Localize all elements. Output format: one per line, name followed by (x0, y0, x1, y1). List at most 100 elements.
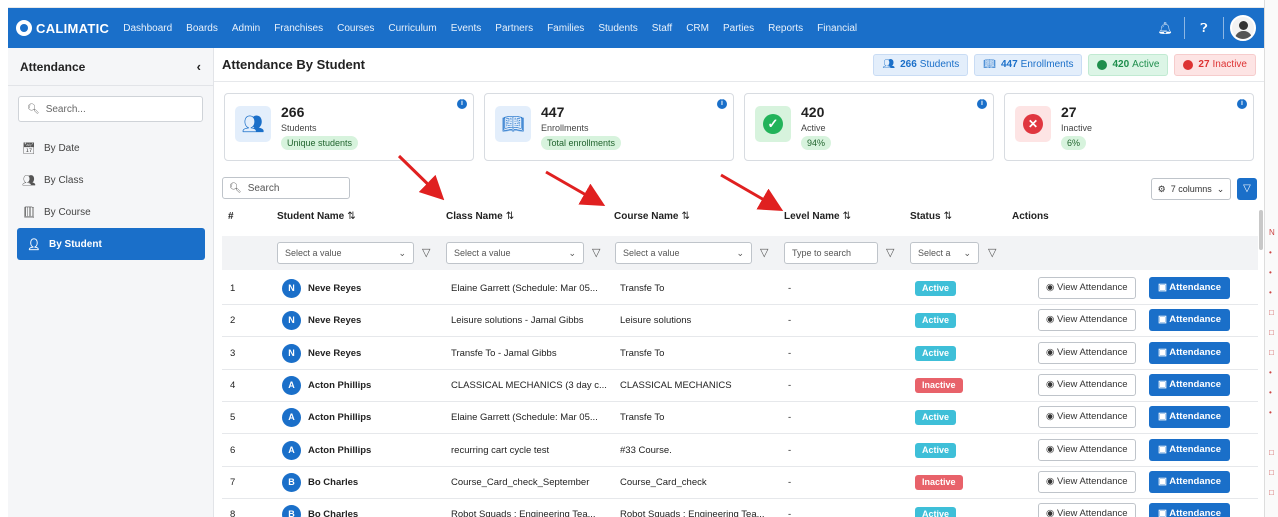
student-filter-select[interactable]: Select a value ⌄ (277, 242, 414, 264)
bell-icon[interactable]: 🔔︎ (1152, 21, 1178, 35)
nav-parties[interactable]: Parties (723, 23, 754, 34)
level-name: - (788, 445, 792, 456)
brand-name: CALIMATIC (36, 20, 110, 36)
button-label: Attendance (1169, 347, 1221, 358)
view-attendance-button[interactable]: ◉ View Attendance (1038, 342, 1136, 364)
view-attendance-button[interactable]: ◉ View Attendance (1038, 503, 1136, 517)
sidebar-item-by-date[interactable]: 📅︎ By Date (8, 132, 213, 164)
info-icon[interactable]: i (1237, 99, 1247, 109)
help-icon[interactable]: ❓︎ (1191, 21, 1217, 36)
table-scrollbar[interactable] (1259, 210, 1263, 250)
level-name: - (788, 412, 792, 423)
sort-icon[interactable]: ⇅ (944, 211, 952, 222)
student-name: Neve Reyes (308, 348, 362, 359)
filter-icon[interactable]: ▽ (1237, 178, 1257, 200)
view-attendance-button[interactable]: ◉ View Attendance (1038, 277, 1136, 299)
level-filter-input[interactable]: Type to search (784, 242, 878, 264)
nav-boards[interactable]: Boards (186, 23, 218, 34)
nav-franchises[interactable]: Franchises (274, 23, 323, 34)
info-icon[interactable]: i (457, 99, 467, 109)
filter-icon[interactable]: ▽ (760, 246, 768, 259)
chevron-down-icon: ⌄ (398, 247, 406, 258)
nav-reports[interactable]: Reports (768, 23, 803, 34)
attendance-button[interactable]: ▣ Attendance (1149, 277, 1230, 299)
attendance-button[interactable]: ▣ Attendance (1149, 503, 1230, 517)
x-circle-icon: ✕ (1015, 106, 1051, 142)
nav-dashboard[interactable]: Dashboard (123, 23, 172, 34)
card-pill: Total enrollments (541, 136, 622, 150)
card-label: Active (801, 123, 826, 133)
view-attendance-button[interactable]: ◉ View Attendance (1038, 439, 1136, 461)
class-name: Elaine Garrett (Schedule: Mar 05... (451, 283, 598, 294)
row-index: 1 (230, 283, 236, 294)
col-course-name[interactable]: Course Name ⇅ (614, 211, 690, 222)
sort-icon[interactable]: ⇅ (843, 211, 851, 222)
row-index: 8 (230, 509, 236, 517)
attendance-button[interactable]: ▣ Attendance (1149, 342, 1230, 364)
attendance-button[interactable]: ▣ Attendance (1149, 309, 1230, 331)
level-name: - (788, 380, 792, 391)
attendance-button[interactable]: ▣ Attendance (1149, 471, 1230, 493)
col-status[interactable]: Status ⇅ (910, 211, 952, 222)
chevron-down-icon: ⌄ (963, 247, 971, 258)
sidebar-item-by-student[interactable]: 👤︎ By Student (17, 228, 205, 260)
info-icon[interactable]: i (977, 99, 987, 109)
status-filter-select[interactable]: Select a ⌄ (910, 242, 979, 264)
button-label: Attendance (1169, 411, 1221, 422)
col-student-name[interactable]: Student Name ⇅ (277, 211, 356, 222)
chevron-left-icon[interactable]: ‹ (197, 59, 201, 74)
nav-students[interactable]: Students (598, 23, 637, 34)
class-filter-select[interactable]: Select a value ⌄ (446, 242, 584, 264)
table-search-input[interactable]: 🔍︎ Search (222, 177, 350, 199)
info-icon[interactable]: i (717, 99, 727, 109)
sidebar-item-by-class[interactable]: 👥︎ By Class (8, 164, 213, 196)
course-filter-select[interactable]: Select a value ⌄ (615, 242, 752, 264)
status-badge: Active (915, 507, 957, 517)
filter-icon[interactable]: ▽ (592, 246, 600, 259)
class-name: CLASSICAL MECHANICS (3 day c... (451, 380, 607, 391)
col-level-name[interactable]: Level Name ⇅ (784, 211, 851, 222)
view-attendance-button[interactable]: ◉ View Attendance (1038, 471, 1136, 493)
enrollments-card: 📖︎ 447 Enrollments Total enrollments i (484, 93, 734, 161)
view-attendance-button[interactable]: ◉ View Attendance (1038, 374, 1136, 396)
nav-crm[interactable]: CRM (686, 23, 709, 34)
nav-financial[interactable]: Financial (817, 23, 857, 34)
eye-icon: ◉ (1046, 379, 1057, 390)
attendance-button[interactable]: ▣ Attendance (1149, 406, 1230, 428)
user-avatar[interactable] (1230, 15, 1256, 41)
filter-icon[interactable]: ▽ (886, 246, 894, 259)
sort-icon[interactable]: ⇅ (681, 211, 689, 222)
sidebar-search-input[interactable]: 🔍︎ Search... (18, 96, 203, 122)
eye-icon: ◉ (1046, 444, 1057, 455)
nav-courses[interactable]: Courses (337, 23, 374, 34)
nav-partners[interactable]: Partners (495, 23, 533, 34)
attendance-button[interactable]: ▣ Attendance (1149, 374, 1230, 396)
filter-icon[interactable]: ▽ (988, 246, 996, 259)
nav-staff[interactable]: Staff (652, 23, 672, 34)
brand-logo[interactable]: CALIMATIC (16, 20, 109, 36)
card-value: 420 (801, 104, 825, 120)
filter-icon[interactable]: ▽ (422, 246, 430, 259)
card-pill: Unique students (281, 136, 359, 150)
strip-glyph: □ (1269, 308, 1274, 317)
nav-curriculum[interactable]: Curriculum (388, 23, 436, 34)
card-pill: 6% (1061, 136, 1087, 150)
nav-events[interactable]: Events (451, 23, 482, 34)
columns-toggle-button[interactable]: ⚙︎ 7 columns ⌄ (1151, 178, 1231, 200)
row-index: 6 (230, 445, 236, 456)
course-name: Robot Squads : Engineering Tea... (620, 509, 765, 517)
view-attendance-button[interactable]: ◉ View Attendance (1038, 309, 1136, 331)
sidebar-item-by-course[interactable]: 📕︎ By Course (8, 196, 213, 228)
button-label: Attendance (1169, 379, 1221, 390)
attendance-button[interactable]: ▣ Attendance (1149, 439, 1230, 461)
columns-label: 7 columns (1170, 184, 1212, 194)
filter-value: Select a (918, 248, 951, 258)
button-label: Attendance (1169, 476, 1221, 487)
sort-icon[interactable]: ⇅ (347, 211, 355, 222)
col-class-name[interactable]: Class Name ⇅ (446, 211, 514, 222)
nav-families[interactable]: Families (547, 23, 584, 34)
view-attendance-button[interactable]: ◉ View Attendance (1038, 406, 1136, 428)
nav-admin[interactable]: Admin (232, 23, 260, 34)
table-row: 4 A Acton Phillips CLASSICAL MECHANICS (3 d… (222, 370, 1258, 402)
sort-icon[interactable]: ⇅ (506, 211, 514, 222)
